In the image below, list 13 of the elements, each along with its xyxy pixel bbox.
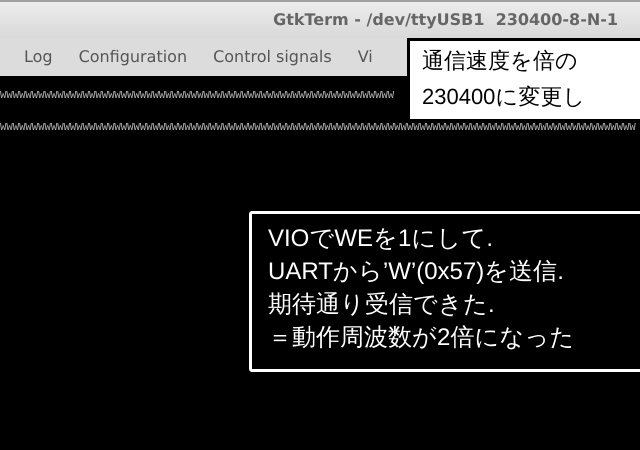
terminal-line: WWWWWWWWWWWWWWWWWWWWWWWWWWWWWWWWWWWWWWWWWWWWWWWWWWWWWWWWWWWWWW — [0, 89, 394, 104]
annotation-text: 通信速度を倍の — [422, 47, 578, 75]
menu-item[interactable]: Configuration — [78, 45, 188, 69]
window-title: GtkTerm - /dev/ttyUSB1 230400-8-N-1 — [273, 9, 618, 31]
menu-item[interactable]: Control signals — [213, 45, 332, 69]
annotation-text: ＝動作周波数が2倍になった — [268, 323, 574, 353]
annotation-text: 230400に変更し — [422, 83, 586, 111]
terminal-line: WWWWWWWWWWWWWWWWWWWWWWWWWWWWWWWWWWWWWWWWWWWWWWWWWWWWWWWWWWWWWWWWWWWWWWWWWWWWWWWWWWWWWWWWWWWWWWWWWWWW — [0, 121, 636, 136]
annotation-text: UARTから’W’(0x57)を送信. — [268, 257, 564, 287]
annotation-text: VIOでWEを1にして. — [268, 224, 494, 254]
menu-item[interactable]: Log — [24, 45, 53, 69]
annotation-text: 期待通り受信できた. — [268, 290, 495, 320]
menu-item[interactable]: Vi — [358, 45, 373, 69]
